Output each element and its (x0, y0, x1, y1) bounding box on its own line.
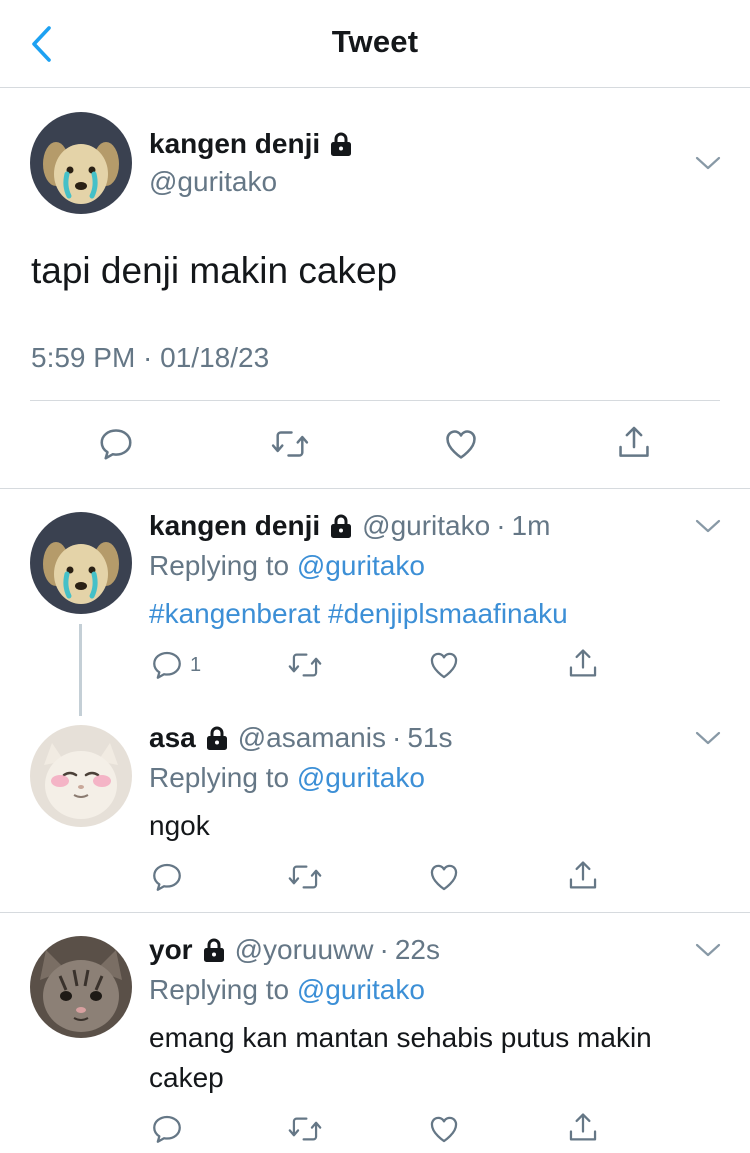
retweet-icon (271, 431, 309, 457)
retweet-button[interactable] (287, 648, 323, 682)
lock-icon (328, 513, 354, 539)
chevron-down-icon (695, 156, 721, 170)
replying-to-link[interactable]: @guritako (297, 762, 425, 793)
share-button[interactable] (566, 1110, 600, 1146)
like-button[interactable] (427, 860, 461, 894)
reply-button[interactable]: 1 (150, 648, 201, 682)
separator: · (496, 510, 506, 541)
author-handle: @asamanis (237, 722, 386, 753)
top-bar: Tweet (0, 0, 750, 88)
avatar-puppy[interactable] (30, 512, 132, 614)
replying-to-link[interactable]: @guritako (297, 550, 425, 581)
author-handle: @yoruuww (234, 934, 374, 965)
reply-time: 51s (407, 722, 453, 753)
separator: · (379, 934, 389, 965)
like-button[interactable] (442, 425, 480, 463)
reply-count: 1 (190, 653, 202, 676)
author-handle[interactable]: @guritako (149, 166, 277, 198)
tweet-options-button[interactable] (693, 152, 723, 174)
tweet-timestamp[interactable]: 5:59 PM · 01/18/23 (31, 342, 269, 374)
reply-time: 22s (394, 934, 440, 965)
hashtag-link[interactable]: #denjiplsmaafinaku (328, 598, 568, 629)
separator: · (391, 722, 402, 753)
reply-button[interactable] (97, 425, 135, 463)
author-name: yor (149, 934, 193, 965)
avatar-cat[interactable] (30, 725, 132, 827)
share-icon (619, 426, 649, 457)
share-icon (569, 649, 597, 677)
section-divider (0, 488, 750, 489)
tweet-text: tapi denji makin cakep (31, 250, 398, 291)
author-name: asa (149, 722, 196, 753)
reply-text: ngok (149, 810, 210, 841)
reply-text: #kangenberat #denjiplsmaafinaku (149, 594, 568, 634)
chevron-down-icon (695, 519, 721, 533)
reply-header[interactable]: yor @yoruuww · 22s (149, 934, 440, 966)
author-name: kangen denji (149, 510, 321, 541)
divider (30, 400, 720, 401)
share-icon (569, 861, 597, 889)
replying-to: Replying to @guritako (149, 550, 425, 582)
share-button[interactable] (566, 646, 600, 682)
replying-to-link[interactable]: @guritako (297, 974, 425, 1005)
heart-icon (430, 1116, 458, 1143)
replying-to: Replying to @guritako (149, 974, 425, 1006)
author-handle: @guritako (362, 510, 491, 541)
author-name: kangen denji (149, 128, 321, 159)
section-divider (0, 912, 750, 913)
share-button[interactable] (615, 423, 653, 463)
avatar-puppy[interactable] (30, 112, 132, 214)
replying-prefix: Replying to (149, 762, 290, 793)
lock-icon (331, 132, 352, 156)
lock-icon (201, 937, 227, 963)
main-tweet-author[interactable]: kangen denji (149, 128, 354, 160)
reply-time: 1m (511, 510, 551, 541)
retweet-button[interactable] (287, 1112, 323, 1146)
retweet-button[interactable] (287, 860, 323, 894)
heart-icon (446, 430, 476, 459)
like-button[interactable] (427, 648, 461, 682)
heart-icon (430, 864, 458, 891)
tweet-options-button[interactable] (693, 515, 723, 537)
thread-connector (79, 624, 82, 716)
share-icon (569, 1113, 597, 1141)
reply-icon (153, 1115, 181, 1143)
chevron-down-icon (695, 943, 721, 957)
lock-icon (204, 725, 230, 751)
reply-header[interactable]: kangen denji @guritako · 1m (149, 510, 550, 542)
replying-to: Replying to @guritako (149, 762, 425, 794)
reply-text: emang kan mantan sehabis putus makin cak… (149, 1022, 652, 1093)
page-title: Tweet (331, 24, 419, 59)
tweet-options-button[interactable] (693, 939, 723, 961)
avatar-kitten[interactable] (30, 936, 132, 1038)
replying-prefix: Replying to (149, 974, 290, 1005)
chevron-down-icon (695, 731, 721, 745)
replying-prefix: Replying to (149, 550, 290, 581)
heart-icon (430, 652, 458, 679)
share-button[interactable] (566, 858, 600, 894)
retweet-button[interactable] (270, 425, 310, 463)
like-button[interactable] (427, 1112, 461, 1146)
retweet-icon (288, 1117, 322, 1141)
reply-button[interactable] (150, 860, 184, 894)
reply-icon (153, 863, 181, 891)
retweet-icon (288, 653, 322, 677)
reply-icon (100, 429, 132, 460)
tweet-options-button[interactable] (693, 727, 723, 749)
retweet-icon (288, 865, 322, 889)
reply-icon (153, 651, 181, 679)
reply-button[interactable] (150, 1112, 184, 1146)
hashtag-link[interactable]: #kangenberat (149, 598, 320, 629)
reply-header[interactable]: asa @asamanis · 51s (149, 722, 452, 754)
